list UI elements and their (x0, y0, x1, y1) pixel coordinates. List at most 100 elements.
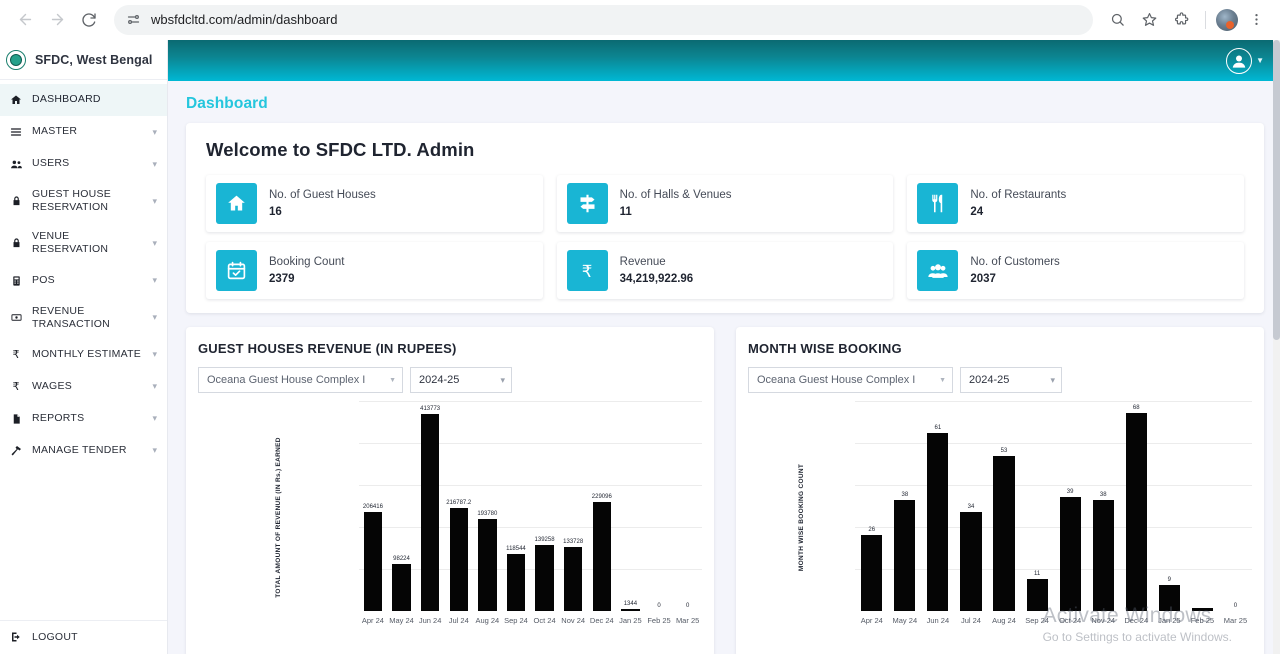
logout-icon (9, 631, 23, 643)
chevron-down-icon: ▾ (152, 126, 157, 137)
page-scrollbar[interactable] (1273, 40, 1280, 654)
revenue-bar-chart: TOTAL AMOUNT OF REVENUE (IN Rs.) EARNED … (198, 401, 702, 633)
bar-column[interactable]: 133728 (559, 401, 588, 611)
x-axis-tick-label: Mar 25 (675, 616, 700, 625)
bar-column[interactable]: 193780 (473, 401, 502, 611)
bar-value-label: 193780 (477, 510, 498, 517)
kebab-menu-icon[interactable] (1242, 6, 1270, 34)
bar-column[interactable]: 11 (1021, 401, 1054, 611)
bar[interactable] (894, 500, 916, 611)
bar-column[interactable]: 0 (673, 401, 702, 611)
site-settings-icon[interactable] (126, 12, 141, 27)
sidebar-item-guest-house-reservation[interactable]: GUEST HOUSE RESERVATION ▾ (0, 180, 167, 222)
sidebar-item-dashboard[interactable]: DASHBOARD (0, 84, 167, 116)
bar[interactable] (478, 518, 497, 611)
bar[interactable] (449, 507, 468, 611)
bar[interactable] (861, 535, 883, 611)
bar[interactable] (420, 413, 440, 611)
rupee-icon: ₹ (12, 349, 20, 362)
bar-column[interactable] (1186, 401, 1219, 611)
bar-column[interactable]: 0 (645, 401, 674, 611)
bar-column[interactable]: 98224 (387, 401, 416, 611)
file-icon (9, 413, 23, 425)
stat-label: No. of Customers (970, 256, 1060, 268)
sidebar-item-pos[interactable]: POS ▾ (0, 265, 167, 297)
chevron-down-icon: ▼ (939, 376, 946, 384)
stat-card-booking-count[interactable]: Booking Count 2379 (206, 242, 543, 299)
bar[interactable] (1125, 412, 1147, 611)
bar-column[interactable]: 26 (855, 401, 888, 611)
stat-card-restaurants[interactable]: No. of Restaurants 24 (907, 175, 1244, 232)
sidebar-item-manage-tender[interactable]: MANAGE TENDER ▾ (0, 435, 167, 467)
zoom-icon[interactable] (1103, 6, 1131, 34)
bar[interactable] (1026, 578, 1048, 611)
sidebar-item-wages[interactable]: ₹ WAGES ▾ (0, 371, 167, 403)
bar-column[interactable]: 216787.2 (444, 401, 473, 611)
sidebar-item-users[interactable]: USERS ▾ (0, 148, 167, 180)
property-select-left[interactable]: Oceana Guest House Complex I ▼ (198, 367, 403, 393)
sidebar-item-master[interactable]: MASTER ▾ (0, 116, 167, 148)
sidebar-item-revenue-transaction[interactable]: REVENUE TRANSACTION ▾ (0, 297, 167, 339)
bar[interactable] (535, 544, 554, 611)
stat-card-halls-venues[interactable]: No. of Halls & Venues 11 (556, 175, 894, 232)
bar-column[interactable]: 9 (1153, 401, 1186, 611)
bar[interactable] (1158, 584, 1180, 611)
back-arrow-icon[interactable] (10, 5, 40, 35)
bar-column[interactable]: 68 (1120, 401, 1153, 611)
bar[interactable] (363, 512, 383, 611)
bar[interactable] (506, 554, 526, 611)
bar-value-label: 118544 (506, 546, 526, 553)
bar[interactable] (927, 433, 949, 611)
bar[interactable] (993, 456, 1015, 611)
x-axis-tick-label: Nov 24 (561, 616, 586, 625)
stat-label: Revenue (619, 256, 666, 268)
bar-value-label: 34 (967, 503, 975, 510)
bar[interactable] (960, 511, 982, 611)
bar[interactable] (1092, 500, 1114, 611)
bar-column[interactable]: 1344 (616, 401, 645, 611)
extensions-icon[interactable] (1167, 6, 1195, 34)
stat-card-revenue[interactable]: ₹ Revenue 34,219,922.96 (556, 242, 894, 299)
stat-card-guest-houses[interactable]: No. of Guest Houses 16 (206, 175, 543, 232)
sidebar-item-logout[interactable]: LOGOUT (0, 621, 167, 654)
bar-column[interactable]: 61 (921, 401, 954, 611)
bar-column[interactable]: 229096 (587, 401, 616, 611)
sidebar-item-monthly-estimate[interactable]: ₹ MONTHLY ESTIMATE ▾ (0, 339, 167, 371)
bar-column[interactable]: 413773 (416, 401, 445, 611)
bar-column[interactable]: 38 (888, 401, 921, 611)
chevron-down-icon: ▾ (500, 374, 505, 385)
user-menu[interactable]: ▼ (1226, 47, 1264, 74)
profile-avatar[interactable] (1216, 8, 1238, 31)
bar[interactable] (564, 547, 583, 611)
bar[interactable] (592, 501, 611, 611)
stat-value: 11 (619, 206, 632, 218)
stat-card-customers[interactable]: No. of Customers 2037 (907, 242, 1244, 299)
scrollbar-thumb[interactable] (1273, 40, 1280, 340)
bar-column[interactable]: 34 (954, 401, 987, 611)
bar-column[interactable]: 39 (1054, 401, 1087, 611)
star-icon[interactable] (1135, 6, 1163, 34)
bar-column[interactable]: 0 (1219, 401, 1252, 611)
bar[interactable] (392, 564, 411, 611)
stat-label: No. of Restaurants (970, 189, 1067, 201)
chart-filters: Oceana Guest House Complex I ▼ 2024-25 ▾ (198, 367, 702, 393)
address-bar[interactable]: wbsfdcltd.com/admin/dashboard (114, 4, 1093, 35)
bar[interactable] (1059, 497, 1081, 611)
x-axis-tick-label: Jun 24 (926, 616, 950, 625)
year-select-right[interactable]: 2024-25 ▾ (960, 367, 1062, 393)
sidebar: SFDC, West Bengal DASHBOARD MASTER ▾ USE… (0, 40, 168, 654)
chevron-down-icon: ▾ (152, 195, 157, 206)
bar-column[interactable]: 206416 (359, 401, 388, 611)
bar-column[interactable]: 53 (987, 401, 1020, 611)
forward-arrow-icon[interactable] (42, 5, 72, 35)
sidebar-item-reports[interactable]: REPORTS ▾ (0, 403, 167, 435)
bar-column[interactable]: 139258 (530, 401, 559, 611)
bar-column[interactable]: 118544 (502, 401, 531, 611)
reload-icon[interactable] (74, 5, 104, 35)
bar-column[interactable]: 38 (1087, 401, 1120, 611)
page-title: Dashboard (186, 95, 268, 112)
year-select-left[interactable]: 2024-25 ▾ (410, 367, 512, 393)
property-select-right[interactable]: Oceana Guest House Complex I ▼ (748, 367, 953, 393)
brand[interactable]: SFDC, West Bengal (0, 40, 167, 80)
sidebar-item-venue-reservation[interactable]: VENUE RESERVATION ▾ (0, 222, 167, 264)
